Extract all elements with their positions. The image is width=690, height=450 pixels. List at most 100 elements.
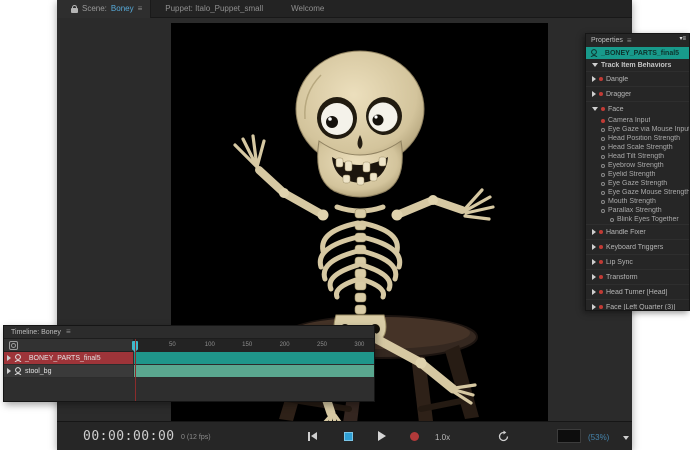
disclosure-triangle-icon[interactable] <box>592 259 596 265</box>
property-row[interactable]: Transform <box>586 269 689 284</box>
param-circle-icon <box>601 146 605 150</box>
param-circle-icon <box>601 200 605 204</box>
property-row[interactable]: Eyelid Strength <box>586 170 689 179</box>
property-row[interactable]: Eyebrow Strength <box>586 161 689 170</box>
property-row[interactable]: Camera Input <box>586 116 689 125</box>
refresh-icon[interactable] <box>497 430 510 443</box>
property-row[interactable]: Eye Gaze Strength <box>586 179 689 188</box>
property-label: Head Position Strength <box>608 135 680 142</box>
ruler-label: 200 <box>280 342 290 348</box>
stop-button[interactable] <box>341 430 355 442</box>
active-dot-icon <box>599 275 603 279</box>
property-row[interactable]: Head Scale Strength <box>586 143 689 152</box>
property-row[interactable]: Handle Fixer <box>586 224 689 239</box>
timeline-toolbar: 50100150200250300 <box>4 339 374 352</box>
zoom-level[interactable]: (53%) <box>588 433 609 442</box>
ruler-label: 250 <box>317 342 327 348</box>
record-button[interactable] <box>407 430 421 442</box>
property-row[interactable]: Lip Sync <box>586 254 689 269</box>
disclosure-triangle-icon[interactable] <box>592 229 596 235</box>
property-label: Camera Input <box>608 117 650 124</box>
scene-name: Boney <box>111 4 134 13</box>
active-dot-icon <box>599 290 603 294</box>
tab-puppet[interactable]: Puppet: Italo_Puppet_small <box>151 0 277 18</box>
panel-flyout-icon[interactable]: ▾≡ <box>679 35 686 42</box>
property-label: Blink Eyes Together <box>617 216 679 223</box>
property-row[interactable]: Track Item Behaviors <box>586 59 689 71</box>
scene-menu-icon[interactable]: ≡ <box>138 5 143 13</box>
property-row[interactable]: Eye Gaze via Mouse Input <box>586 125 689 134</box>
snapshot-icon[interactable] <box>9 341 18 350</box>
disclosure-triangle-icon[interactable] <box>592 63 598 67</box>
property-row[interactable]: Face <box>586 101 689 116</box>
playhead-line[interactable] <box>135 339 136 402</box>
property-row[interactable]: Keyboard Triggers <box>586 239 689 254</box>
track-clip-bar[interactable] <box>134 352 375 364</box>
tab-welcome[interactable]: Welcome <box>277 0 338 18</box>
disclosure-triangle-icon[interactable] <box>592 76 596 82</box>
tab-scene[interactable]: Scene: Boney ≡ <box>57 0 151 18</box>
property-row[interactable]: Mouth Strength <box>586 197 689 206</box>
property-row[interactable]: Head Tilt Strength <box>586 152 689 161</box>
property-row[interactable]: Parallax Strength <box>586 206 689 215</box>
property-label: Transform <box>606 274 638 281</box>
property-row[interactable]: Head Position Strength <box>586 134 689 143</box>
param-circle-icon <box>601 137 605 141</box>
active-dot-icon <box>599 245 603 249</box>
playback-speed[interactable]: 1.0x <box>435 433 450 442</box>
ruler-label: 150 <box>242 342 252 348</box>
properties-header: Properties ≡ <box>586 34 689 47</box>
property-label: Dragger <box>606 91 631 98</box>
timeline-tracks: _BONEY_PARTS_final5 stool_bg <box>4 352 374 377</box>
timeline-track-row[interactable]: stool_bg <box>4 365 374 377</box>
properties-menu-icon[interactable]: ≡ <box>627 37 632 45</box>
param-circle-icon <box>601 128 605 132</box>
property-row[interactable]: Dragger <box>586 86 689 101</box>
param-circle-icon <box>601 182 605 186</box>
selected-puppet-row[interactable]: _BONEY_PARTS_final5 <box>586 47 689 59</box>
properties-behavior-list: Track Item BehaviorsDangle Dragger FaceCam… <box>586 59 689 311</box>
play-button[interactable] <box>375 430 389 442</box>
track-disclosure-icon[interactable] <box>7 355 11 361</box>
track-header[interactable]: _BONEY_PARTS_final5 <box>4 352 133 364</box>
disclosure-triangle-icon[interactable] <box>592 91 596 97</box>
active-dot-icon <box>601 107 605 111</box>
property-row[interactable]: Eye Gaze Mouse Strength <box>586 188 689 197</box>
disclosure-triangle-icon[interactable] <box>592 107 598 111</box>
zoom-dropdown-caret-icon[interactable] <box>623 436 629 440</box>
timeline-ruler[interactable]: 50100150200250300 <box>133 339 375 352</box>
property-row[interactable]: Face [Left Quarter (3)] <box>586 299 689 311</box>
property-row[interactable]: Head Turner [Head] <box>586 284 689 299</box>
property-label: Head Tilt Strength <box>608 153 664 160</box>
track-header[interactable]: stool_bg <box>4 365 133 377</box>
disclosure-triangle-icon[interactable] <box>592 304 596 310</box>
track-clip-bar[interactable] <box>134 365 375 377</box>
screenshot-root: Scene: Boney ≡ Puppet: Italo_Puppet_smal… <box>0 0 690 450</box>
property-label: Head Turner [Head] <box>606 289 667 296</box>
track-disclosure-icon[interactable] <box>7 368 11 374</box>
disclosure-triangle-icon[interactable] <box>592 274 596 280</box>
frame-info: 0 (12 fps) <box>181 434 211 441</box>
property-row[interactable]: Blink Eyes Together <box>586 215 689 224</box>
track-name: stool_bg <box>25 368 51 375</box>
timeline-menu-icon[interactable]: ≡ <box>66 328 71 336</box>
properties-panel: ▾≡ Properties ≡ _BONEY_PARTS_final5 Trac… <box>585 33 690 311</box>
ruler-label: 300 <box>354 342 364 348</box>
active-dot-icon <box>599 260 603 264</box>
property-row[interactable]: Dangle <box>586 71 689 86</box>
active-dot-icon <box>599 230 603 234</box>
timeline-track-row[interactable]: _BONEY_PARTS_final5 <box>4 352 374 364</box>
active-dot-icon <box>599 305 603 309</box>
go-to-start-button[interactable] <box>305 430 319 442</box>
property-label: Handle Fixer <box>606 229 646 236</box>
puppet-icon <box>14 367 22 375</box>
background-color-swatch[interactable] <box>557 429 581 443</box>
property-label: Parallax Strength <box>608 207 662 214</box>
disclosure-triangle-icon[interactable] <box>592 244 596 250</box>
timeline-title: Timeline: Boney <box>11 329 61 336</box>
property-label: Head Scale Strength <box>608 144 673 151</box>
param-circle-icon <box>601 209 605 213</box>
timeline-empty-area[interactable] <box>4 378 374 402</box>
param-circle-icon <box>601 155 605 159</box>
disclosure-triangle-icon[interactable] <box>592 289 596 295</box>
